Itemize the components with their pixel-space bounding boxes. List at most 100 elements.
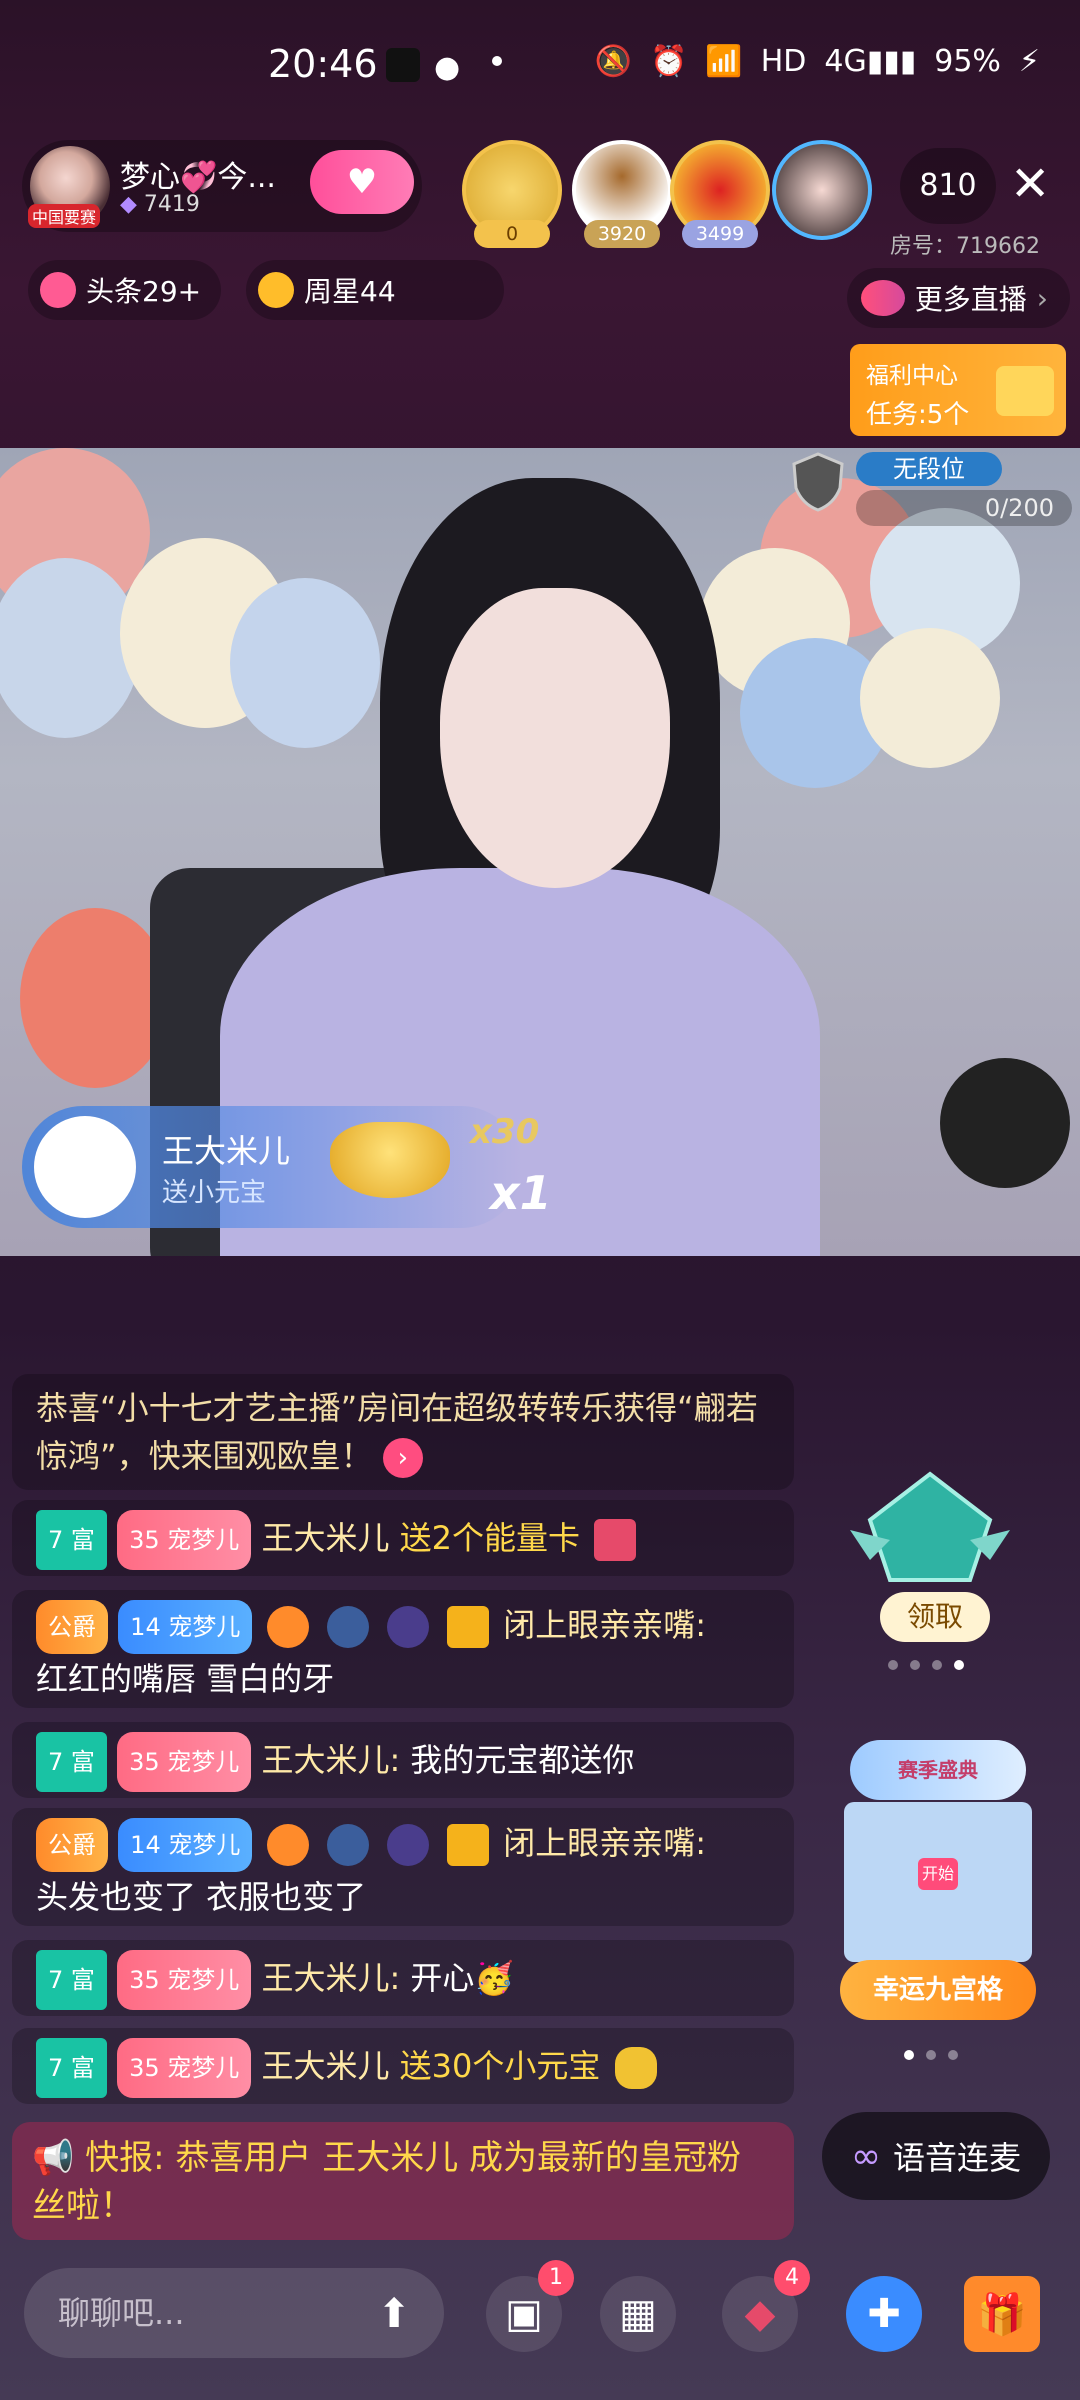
pet-badge: 14 宠梦儿 [118, 1818, 253, 1872]
announcement-prefix: 快报: [85, 2138, 165, 2178]
chat-username[interactable]: 闭上眼亲亲嘴: [503, 1824, 706, 1862]
lucky-grid-board: 开始 [844, 1802, 1032, 1962]
rank-progress: 0/200 [856, 490, 1072, 526]
lucky-grid-widget[interactable]: 赛季盛典 开始 幸运九宫格 [840, 1740, 1036, 2030]
close-icon[interactable]: ✕ [1010, 160, 1050, 208]
headline-tag[interactable]: 头条29+ [28, 260, 222, 320]
mute-icon: 🔕 [594, 44, 632, 79]
chat-bubble-icon: ▣ [505, 2291, 543, 2337]
chat-username[interactable]: 王大米儿: [261, 1741, 400, 1779]
chat-username[interactable]: 王大米儿: [261, 1959, 400, 1997]
live-icon [860, 280, 905, 316]
chat-username[interactable]: 王大米儿 [261, 2047, 389, 2085]
host-avatar-tag: 中国要赛 [28, 204, 101, 228]
lucky-start[interactable]: 开始 [918, 1858, 958, 1890]
chat-text: 开心🥳 [410, 1959, 515, 1997]
status-icons: 🔕 ⏰ 📶 HD 4G▮▮▮ 95% ⚡ [595, 44, 1040, 79]
room-number: 房号：719662 [890, 234, 1040, 259]
tiktok-icon [386, 48, 420, 82]
more-live-button[interactable]: 更多直播 › [846, 268, 1070, 328]
gift-icon[interactable]: 🎁 [964, 2276, 1040, 2352]
treasure-chest-icon [996, 366, 1054, 416]
rich-badge: 7 富 [36, 1732, 107, 1792]
top-viewer-1[interactable]: 0 [462, 140, 562, 248]
top-viewer-2[interactable]: 3920 [572, 140, 672, 248]
level-badge-icon [266, 1606, 309, 1648]
viewer-score: 3920 [584, 220, 660, 248]
audience-count[interactable]: 810 [900, 148, 996, 224]
gold-ingot-icon [330, 1122, 450, 1198]
top-viewer-3[interactable]: 3499 [670, 140, 770, 248]
viewer-score: 3499 [682, 220, 758, 248]
pet-badge: 35 宠梦儿 [117, 2038, 252, 2098]
rank-label[interactable]: 无段位 [856, 452, 1002, 486]
gift-sender-avatar[interactable] [34, 1116, 136, 1218]
diamond-icon: ◆ [120, 192, 137, 217]
claim-button[interactable]: 领取 [880, 1592, 990, 1642]
gift-card-icon[interactable]: ◆ 4 [722, 2260, 810, 2352]
pet-badge: 35 宠梦儿 [117, 1732, 252, 1792]
welfare-title: 福利中心 [866, 363, 958, 389]
rich-badge: 7 富 [36, 1950, 107, 2010]
rich-badge: 7 富 [36, 2038, 107, 2098]
alarm-icon: ⏰ [649, 44, 688, 79]
compass-badge-icon [326, 1606, 369, 1648]
season-reward-widget[interactable] [840, 1470, 1020, 1600]
chat-text: 头发也变了 衣服也变了 [36, 1878, 367, 1916]
gift-combo: x30 [470, 1112, 540, 1152]
lucky-grid-label: 幸运九宫格 [840, 1960, 1036, 2020]
duke-badge: 公爵 [36, 1600, 108, 1654]
chat-message[interactable]: 7 富 35 宠梦儿 王大米儿: 开心🥳 [12, 1940, 794, 2016]
charging-icon: ⚡ [1018, 44, 1040, 79]
chat-message[interactable]: 7 富 35 宠梦儿 王大米儿 送30个小元宝 [12, 2028, 794, 2104]
gift-action: 送小元宝 [162, 1178, 267, 1208]
compass-badge-icon [326, 1824, 369, 1866]
user-card-icon [447, 1606, 490, 1648]
chat-username[interactable]: 闭上眼亲亲嘴: [503, 1606, 706, 1644]
pet-badge: 14 宠梦儿 [118, 1600, 253, 1654]
chat-message[interactable]: 公爵 14 宠梦儿 闭上眼亲亲嘴: 红红的嘴唇 雪白的牙 [12, 1590, 794, 1708]
energy-card-icon [594, 1519, 637, 1561]
voice-link-button[interactable]: ∞ 语音连麦 [822, 2112, 1050, 2200]
pet-badge: 35 宠梦儿 [117, 1510, 252, 1570]
battery-label: 95% [934, 44, 1001, 79]
announcement-banner[interactable]: 📢 快报: 恭喜用户 王大米儿 成为最新的皇冠粉丝啦！ [12, 2122, 794, 2240]
top-viewer-4[interactable] [772, 140, 872, 240]
chat-message[interactable]: 7 富 35 宠梦儿 王大米儿: 我的元宝都送你 [12, 1722, 794, 1798]
carousel-dots [888, 1660, 964, 1670]
gift-count: x1 [490, 1166, 552, 1220]
star-icon [258, 272, 294, 308]
chat-username[interactable]: 王大米儿 [261, 1519, 389, 1557]
chevron-right-icon: › [1036, 281, 1048, 315]
host-fans-count: ◆ 7419 [120, 192, 200, 217]
user-card-icon [447, 1824, 490, 1866]
fire-icon [40, 272, 76, 308]
system-notice[interactable]: 恭喜“小十七才艺主播”房间在超级转转乐获得“翩若惊鸿”，快来围观欧皇！ › [12, 1374, 794, 1490]
weekly-star-tag[interactable]: 周星44 [246, 260, 504, 320]
message-icon[interactable]: ▣ 1 [486, 2260, 574, 2352]
shield-icon [790, 452, 846, 512]
game-icon[interactable]: ✚ [846, 2276, 922, 2352]
chat-message[interactable]: 公爵 14 宠梦儿 闭上眼亲亲嘴: 头发也变了 衣服也变了 [12, 1808, 794, 1926]
chat-gift-text: 送30个小元宝 [399, 2047, 601, 2085]
follow-button[interactable]: ♥ [310, 150, 414, 214]
arrow-right-icon[interactable]: › [382, 1438, 423, 1478]
energy-card-icon: ◆ [744, 2291, 776, 2337]
chat-gift-text: 送2个能量卡 [399, 1519, 580, 1557]
more-apps-icon[interactable]: ▦ [600, 2276, 676, 2352]
wifi-icon: 📶 [705, 44, 743, 79]
weekly-star-label: 周星44 [304, 275, 396, 308]
voice-link-label: 语音连麦 [892, 2139, 1021, 2177]
chat-text: 红红的嘴唇 雪白的牙 [36, 1660, 335, 1698]
message-badge: 1 [538, 2260, 574, 2296]
gift-sender-name: 王大米儿 [162, 1132, 291, 1170]
host-name: 梦心💞今... [120, 160, 276, 195]
welfare-center[interactable]: 福利中心 任务:5个 [850, 344, 1066, 436]
more-live-label: 更多直播 [914, 283, 1027, 316]
notification-dot-icon [492, 56, 502, 66]
chat-message[interactable]: 7 富 35 宠梦儿 王大米儿 送2个能量卡 [12, 1500, 794, 1576]
megaphone-icon: 📢 [32, 2138, 75, 2178]
share-icon[interactable]: ⬆ [356, 2276, 432, 2352]
welfare-tasks: 任务:5个 [866, 400, 970, 430]
link-icon: ∞ [850, 2135, 881, 2177]
